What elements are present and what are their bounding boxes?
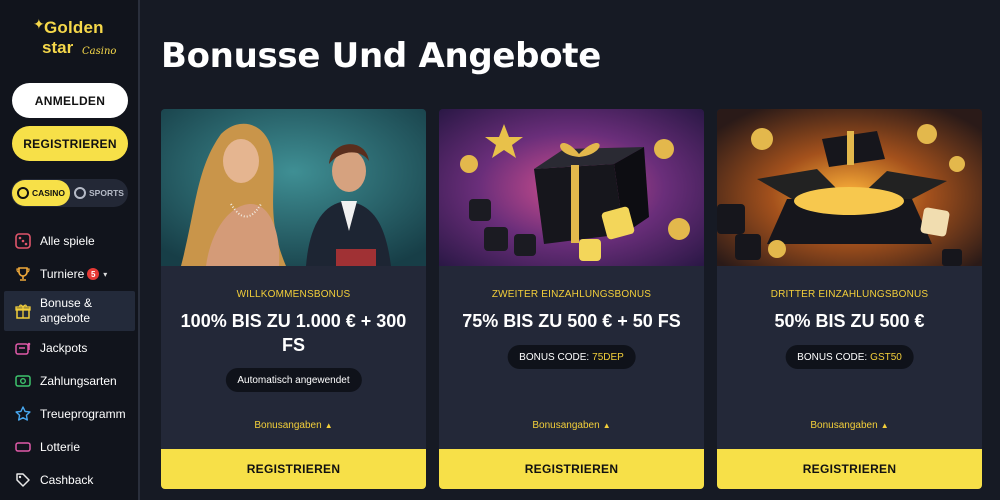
- casino-sports-toggle: CASINO SPORTS: [11, 179, 128, 207]
- sidebar-item-label: Cashback: [40, 473, 94, 487]
- bonus-code-value: GST50: [870, 351, 902, 363]
- bonus-code-prefix: BONUS CODE:: [519, 351, 590, 363]
- sidebar-item-label: Jackpots: [40, 341, 88, 355]
- bonus-card-welcome: WILLKOMMENSBONUS 100% BIS ZU 1.000 € + 3…: [161, 109, 426, 489]
- brand-logo[interactable]: ✦ Golden star Casino: [33, 16, 117, 68]
- star-outline-icon: [14, 405, 32, 423]
- bonus-details-label: Bonusangaben: [810, 420, 878, 431]
- second-deposit-image: [439, 109, 704, 266]
- tournaments-count-badge: 5: [87, 268, 100, 280]
- chevron-up-icon: ▲: [324, 421, 333, 430]
- bonus-details-toggle[interactable]: Bonusangaben ▲: [717, 420, 982, 431]
- star-icon: ✦: [33, 16, 45, 32]
- sidebar-item-label: Alle spiele: [40, 234, 95, 248]
- sidebar-item-label: Lotterie: [40, 440, 81, 454]
- chevron-down-icon: ▾: [103, 269, 108, 279]
- cash-icon: [14, 372, 32, 390]
- sidebar-item-label: Bonuse &: [40, 296, 93, 310]
- ticket-icon: [14, 438, 32, 456]
- sidebar-item-label: Zahlungsarten: [40, 374, 117, 388]
- trophy-icon: [14, 265, 32, 283]
- bonus-details-toggle[interactable]: Bonusangaben ▲: [439, 420, 704, 431]
- casino-toggle-label: CASINO: [31, 188, 66, 198]
- gift-icon: [14, 302, 32, 320]
- third-deposit-image: [717, 109, 982, 266]
- bonus-details-label: Bonusangaben: [532, 420, 600, 431]
- casino-chip-icon: [16, 187, 29, 199]
- chevron-up-icon: ▲: [602, 421, 611, 430]
- bonus-label: DRITTER EINZAHLUNGSBONUS: [770, 289, 929, 300]
- sidebar-item-label: Treueprogramm: [40, 407, 126, 421]
- sidebar-item-cashback[interactable]: Cashback: [4, 469, 135, 491]
- sidebar-item-label-2: angebote: [40, 311, 91, 325]
- sidebar: ✦ Golden star Casino ANMELDEN REGISTRIER…: [0, 0, 140, 500]
- sidebar-item-treueprogramm[interactable]: Treueprogramm: [4, 403, 135, 425]
- brand-line-2: star: [42, 38, 74, 57]
- dice-icon: [14, 232, 32, 250]
- bonus-label: ZWEITER EINZAHLUNGSBONUS: [491, 289, 652, 300]
- bonus-card-third-deposit: DRITTER EINZAHLUNGSBONUS 50% BIS ZU 500 …: [717, 109, 982, 489]
- auto-applied-pill: Automatisch angewendet: [225, 368, 362, 392]
- bonus-code-prefix: BONUS CODE:: [797, 351, 868, 363]
- sidebar-item-bonuse[interactable]: Bonuse & angebote: [4, 291, 135, 331]
- brand-line-3: Casino: [82, 46, 117, 57]
- bonus-headline: 100% BIS ZU 1.000 € + 300 FS: [180, 311, 407, 355]
- login-button[interactable]: ANMELDEN: [12, 83, 128, 118]
- bonus-code-value: 75DEP: [592, 351, 624, 363]
- brand-line-1: Golden: [44, 18, 104, 37]
- casino-toggle[interactable]: CASINO: [12, 180, 70, 206]
- sidebar-item-label: Turniere: [40, 267, 85, 281]
- bonus-label: WILLKOMMENSBONUS: [236, 289, 351, 300]
- chevron-up-icon: ▲: [880, 421, 889, 430]
- sidebar-item-alle-spiele[interactable]: Alle spiele: [4, 230, 135, 252]
- ball-icon: [74, 187, 87, 199]
- bonus-details-toggle[interactable]: Bonusangaben ▲: [161, 420, 426, 431]
- sidebar-item-jackpots[interactable]: Jackpots: [4, 337, 135, 359]
- slot-machine-icon: [14, 339, 32, 357]
- bonus-code-pill[interactable]: BONUS CODE: 75DEP: [507, 345, 636, 369]
- tag-icon: [14, 471, 32, 489]
- sidebar-item-zahlungsarten[interactable]: Zahlungsarten: [4, 370, 135, 392]
- sports-toggle-label: SPORTS: [89, 188, 124, 198]
- bonus-headline: 50% BIS ZU 500 €: [774, 311, 925, 331]
- bonus-headline: 75% BIS ZU 500 € + 50 FS: [462, 311, 681, 331]
- bonus-card-second-deposit: ZWEITER EINZAHLUNGSBONUS 75% BIS ZU 500 …: [439, 109, 704, 489]
- bonus-details-label: Bonusangaben: [254, 420, 322, 431]
- sidebar-item-lotterie[interactable]: Lotterie: [4, 436, 135, 458]
- register-button[interactable]: REGISTRIEREN: [439, 449, 704, 489]
- register-button[interactable]: REGISTRIEREN: [717, 449, 982, 489]
- page-title: Bonusse Und Angebote: [161, 36, 601, 76]
- register-button[interactable]: REGISTRIEREN: [161, 449, 426, 489]
- sports-toggle[interactable]: SPORTS: [71, 180, 127, 206]
- sidebar-item-turniere[interactable]: Turniere 5 ▾: [4, 263, 135, 285]
- sidebar-item-label-group: Bonuse & angebote: [40, 296, 92, 326]
- welcome-bonus-image: [161, 109, 426, 266]
- bonus-code-pill[interactable]: BONUS CODE: GST50: [785, 345, 914, 369]
- register-button-sidebar[interactable]: REGISTRIEREN: [12, 126, 128, 161]
- pill-text: Automatisch angewendet: [237, 374, 350, 386]
